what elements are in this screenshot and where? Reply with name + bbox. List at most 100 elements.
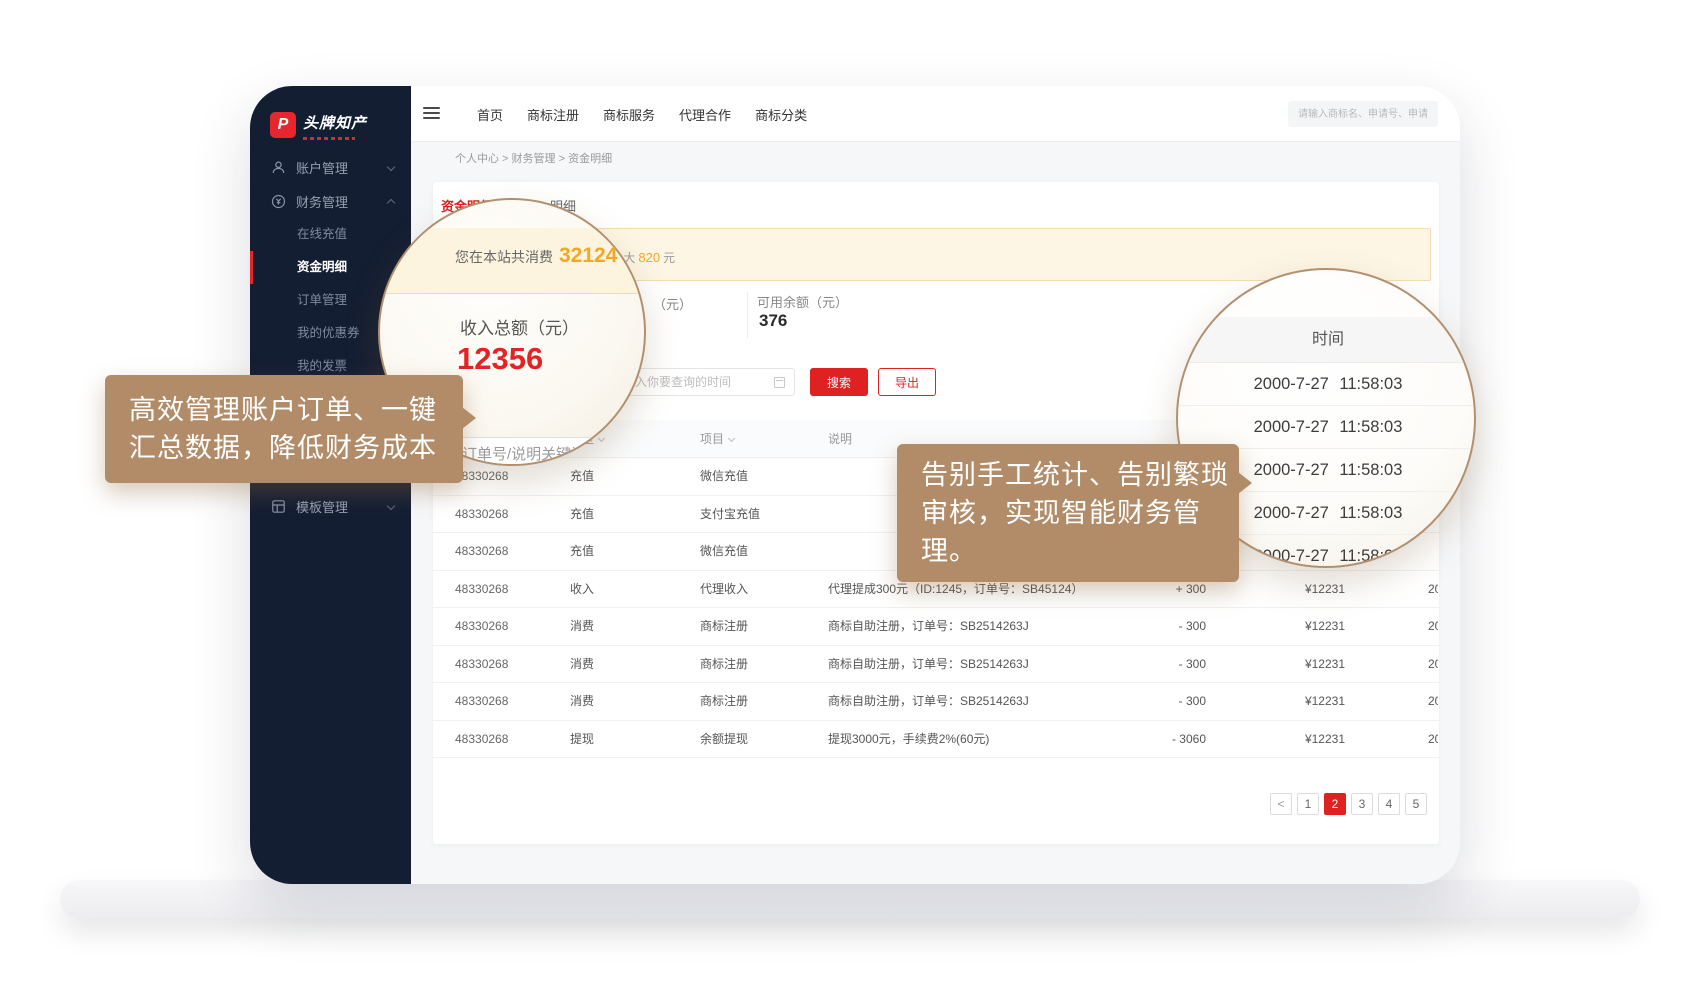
cell-project: 代理收入: [700, 571, 748, 608]
cell-balance: ¥12231: [1253, 646, 1345, 683]
cell-order-no: 48330268: [455, 608, 508, 645]
income-total-value: 12356: [457, 341, 543, 377]
cell-project: 商标注册: [700, 646, 748, 683]
cell-description: 提现3000元，手续费2%(60元): [828, 721, 989, 758]
sidebar-subitem-label: 我的发票: [297, 359, 347, 373]
stat-divider: [747, 292, 748, 338]
nav-item[interactable]: 商标分类: [755, 105, 807, 124]
cell-project: 商标注册: [700, 683, 748, 720]
tooltip-finance-left: 高效管理账户订单、一键汇总数据，降低财务成本: [105, 375, 463, 483]
stat-partial-label: （元）: [653, 294, 692, 313]
nav-item[interactable]: 商标服务: [603, 105, 655, 124]
pagination-page-3[interactable]: 3: [1351, 793, 1373, 815]
cell-order-no: 48330268: [455, 496, 508, 533]
cell-description: 商标自助注册，订单号：SB2514263J: [828, 608, 1029, 645]
cell-balance: ¥12231: [1253, 571, 1345, 608]
cell-time-clipped: 2000-7-27: [1428, 646, 1438, 683]
cell-time-clipped: 2000-7-27: [1428, 608, 1438, 645]
tooltip-line: 理。: [921, 532, 1215, 570]
nav-item[interactable]: 首页: [477, 105, 503, 124]
menu-icon[interactable]: [423, 107, 440, 120]
cell-time-clipped: 2000-7-27: [1428, 721, 1438, 758]
cell-project: 支付宝充值: [700, 496, 760, 533]
pagination-page-4[interactable]: 4: [1378, 793, 1400, 815]
cell-amount: - 300: [1113, 683, 1206, 720]
tooltip-line: 汇总数据，降低财务成本: [129, 429, 439, 467]
search-button[interactable]: 搜索: [810, 368, 868, 396]
laptop-base: [60, 880, 1640, 918]
sidebar-group[interactable]: 账户管理: [250, 150, 411, 184]
cell-type: 消费: [570, 683, 594, 720]
sort-caret-icon: [728, 435, 735, 442]
breadcrumb: 个人中心 > 财务管理 > 资金明细: [455, 150, 612, 166]
chevron-down-icon: [387, 163, 395, 171]
cell-project: 余额提现: [700, 721, 748, 758]
sidebar-group[interactable]: 模板管理: [250, 489, 411, 523]
cell-amount: - 300: [1113, 646, 1206, 683]
sidebar: P 头牌知产 账户管理财务管理在线充值资金明细订单管理我的优惠券我的发票模板管理: [250, 86, 411, 884]
cell-balance: ¥12231: [1253, 683, 1345, 720]
cell-order-no: 48330268: [455, 533, 508, 570]
nav-item[interactable]: 商标注册: [527, 105, 579, 124]
keyword-input-placeholder: 订单号/说明关键词: [449, 438, 646, 466]
column-header-project[interactable]: 项目: [700, 420, 734, 458]
cell-order-no: 48330268: [455, 721, 508, 758]
table-row[interactable]: 48330268 提现 余额提现 提现3000元，手续费2%(60元) - 3060 ¥1…: [433, 721, 1439, 759]
top-navbar: 首页 商标注册 商标服务 代理合作 商标分类: [411, 86, 1460, 142]
trademark-search-input[interactable]: [1288, 101, 1438, 127]
top-nav-items: 首页 商标注册 商标服务 代理合作 商标分类: [477, 86, 807, 142]
cell-order-no: 48330268: [455, 683, 508, 720]
banner-mid: 大: [623, 249, 635, 266]
table-row[interactable]: 48330268消费商标注册商标自助注册，订单号：SB2514263J- 300…: [433, 646, 1439, 684]
tooltip-finance-right: 告别手工统计、告别繁琐审核，实现智能财务管理。: [897, 444, 1239, 582]
income-total-label: 收入总额（元）: [460, 314, 579, 339]
nav-item[interactable]: 代理合作: [679, 105, 731, 124]
pagination-page-5[interactable]: 5: [1405, 793, 1427, 815]
cell-project: 微信充值: [700, 458, 748, 495]
sidebar-group[interactable]: 财务管理: [250, 184, 411, 218]
table-row[interactable]: 48330268 消费 商标注册 商标自助注册，订单号：SB2514263J - 300…: [433, 683, 1439, 721]
user-icon: [271, 160, 286, 175]
cell-amount: - 300: [1113, 608, 1206, 645]
brand-logo[interactable]: P 头牌知产: [270, 112, 411, 140]
banner-unit: 元: [663, 249, 675, 266]
cell-type: 消费: [570, 646, 594, 683]
cell-type: 消费: [570, 608, 594, 645]
cell-description: 商标自助注册，订单号：SB2514263J: [828, 646, 1029, 683]
template-icon: [271, 499, 286, 514]
sidebar-group-label: 模板管理: [296, 497, 348, 516]
sidebar-group-label: 财务管理: [296, 192, 348, 211]
consumption-banner-text: 您在本站共消费 32124 大 820 元: [455, 244, 675, 270]
cell-balance: ¥12231: [1253, 721, 1345, 758]
calendar-icon[interactable]: [774, 377, 785, 388]
pagination-page-2[interactable]: 2: [1324, 793, 1346, 815]
keyword-input-magnified[interactable]: 订单号/说明关键词: [448, 437, 646, 466]
chevron-up-icon: [387, 199, 395, 207]
cell-project: 微信充值: [700, 533, 748, 570]
sidebar-subitem-label: 订单管理: [297, 293, 347, 307]
active-indicator: [250, 251, 253, 284]
cell-description: 商标自助注册，订单号：SB2514263J: [828, 683, 1029, 720]
brand-tagline-decor: [303, 137, 355, 140]
cell-balance: ¥12231: [1253, 608, 1345, 645]
sidebar-subitem-label: 资金明细: [297, 260, 347, 274]
tooltip-line: 告别手工统计、告别繁琐: [921, 456, 1215, 494]
time-query-input[interactable]: 输入你要查询的时间: [614, 368, 795, 396]
cell-type: 充值: [570, 533, 594, 570]
cell-time-clipped: 2000-7-27: [1428, 683, 1438, 720]
pagination-page-1[interactable]: 1: [1297, 793, 1319, 815]
banner-amount-2: 820: [638, 250, 660, 265]
timestamp-row: 2000-7-27 11:58:03: [1178, 406, 1476, 449]
table-row[interactable]: 48330268消费商标注册商标自助注册，订单号：SB2514263J- 300…: [433, 608, 1439, 646]
cell-amount: - 3060: [1113, 721, 1206, 758]
pagination: <12345: [1270, 793, 1427, 815]
pagination-prev-button[interactable]: <: [1270, 793, 1292, 815]
cell-type: 提现: [570, 721, 594, 758]
available-balance-value: 376: [759, 311, 787, 331]
export-button[interactable]: 导出: [878, 368, 936, 396]
brand-name: 头牌知产: [303, 112, 367, 133]
tooltip-line: 高效管理账户订单、一键: [129, 391, 439, 429]
cell-time-clipped: 2000-7-27: [1428, 571, 1438, 608]
banner-prefix: 您在本站共消费: [455, 247, 553, 267]
available-balance-label: 可用余额（元）: [757, 292, 848, 311]
